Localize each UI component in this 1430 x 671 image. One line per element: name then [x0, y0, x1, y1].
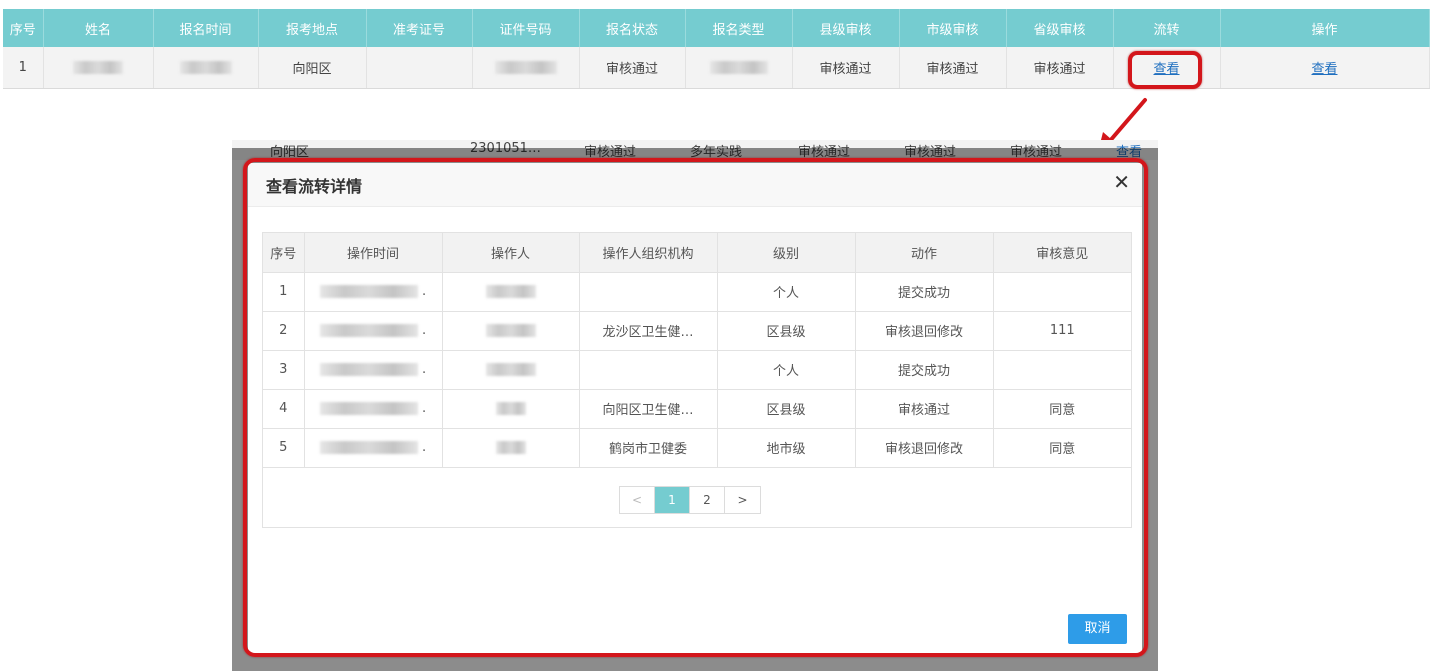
col-header-flow: 流转 [1113, 9, 1221, 47]
table-row: 1 向阳区 审核通过 审核通过 审核通过 审核通过 查看 查看 [3, 47, 1430, 89]
cell-status: 审核通过 [579, 47, 686, 89]
cell-type-redacted [685, 47, 793, 89]
redacted-block [73, 60, 123, 74]
redacted-block [709, 60, 768, 74]
redacted-block [179, 60, 232, 74]
action-view-link[interactable]: 查看 [1311, 62, 1337, 77]
cell-action: 查看 [1220, 47, 1430, 89]
cell-index: 1 [3, 47, 44, 89]
col-header-type: 报名类型 [685, 9, 793, 47]
cell-county-review: 审核通过 [792, 47, 900, 89]
table-header-row: 序号 姓名 报名时间 报考地点 准考证号 证件号码 报名状态 报名类型 县级审核… [3, 9, 1430, 47]
col-header-province-review: 省级审核 [1006, 9, 1114, 47]
col-header-index: 序号 [3, 9, 44, 47]
cell-name-redacted [43, 47, 154, 89]
registration-table: 序号 姓名 报名时间 报考地点 准考证号 证件号码 报名状态 报名类型 县级审核… [3, 9, 1430, 89]
col-header-county-review: 县级审核 [792, 9, 900, 47]
cell-ticket-no [366, 47, 473, 89]
col-header-ticket-no: 准考证号 [366, 9, 473, 47]
col-header-reg-time: 报名时间 [153, 9, 259, 47]
cell-location: 向阳区 [258, 47, 367, 89]
redacted-block [494, 60, 557, 74]
flow-link-highlight [1128, 51, 1202, 89]
cell-province-review: 审核通过 [1006, 47, 1114, 89]
col-header-action: 操作 [1220, 9, 1430, 47]
col-header-id-no: 证件号码 [472, 9, 580, 47]
cell-reg-time-redacted [153, 47, 259, 89]
col-header-status: 报名状态 [579, 9, 686, 47]
cell-city-review: 审核通过 [899, 47, 1007, 89]
cell-id-no-redacted [472, 47, 580, 89]
col-header-name: 姓名 [43, 9, 154, 47]
col-header-city-review: 市级审核 [899, 9, 1007, 47]
col-header-location: 报考地点 [258, 9, 367, 47]
modal-highlight [243, 158, 1148, 657]
